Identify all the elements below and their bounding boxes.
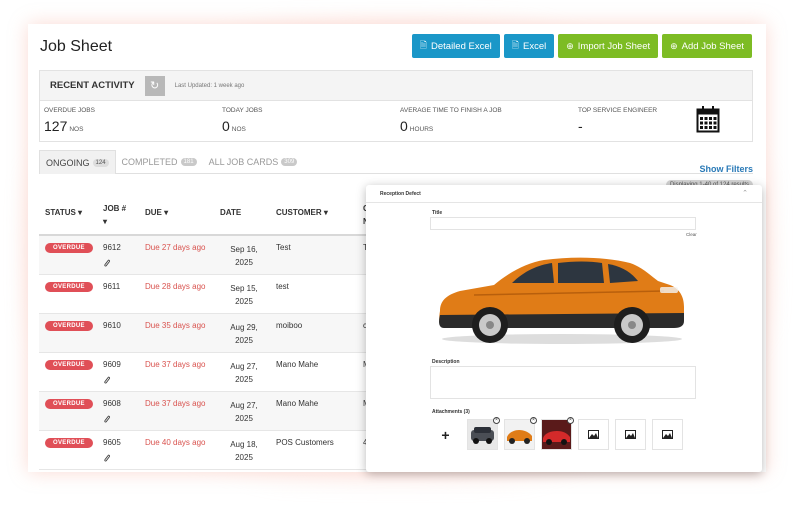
job-date: Sep 16, 2025 bbox=[230, 245, 258, 267]
car-image bbox=[439, 257, 684, 344]
attachment-thumbnail[interactable]: × bbox=[467, 417, 500, 450]
remove-attachment-icon[interactable]: × bbox=[530, 417, 537, 424]
due-text: Due 40 days ago bbox=[145, 438, 206, 447]
last-updated-text: Last Updated: 1 week ago bbox=[174, 82, 245, 89]
attachments-label: Attachments (3) bbox=[432, 409, 470, 415]
close-icon[interactable]: ⌃ bbox=[742, 189, 748, 197]
column-job[interactable]: JOB # ▾ bbox=[103, 202, 126, 228]
attachment-thumbnail[interactable]: × bbox=[504, 417, 537, 450]
import-job-sheet-button[interactable]: ⊕ Import Job Sheet bbox=[558, 34, 659, 58]
job-date: Aug 27, 2025 bbox=[230, 362, 258, 384]
description-label: Description bbox=[432, 359, 460, 365]
attachments-list: + × × × bbox=[430, 417, 683, 450]
tab-all-job-cards[interactable]: ALL JOB CARDS 309 bbox=[203, 150, 304, 174]
modal-title: Reception Defect bbox=[380, 191, 421, 197]
due-text: Due 27 days ago bbox=[145, 243, 206, 252]
remove-attachment-icon[interactable]: × bbox=[567, 417, 574, 424]
job-date: Aug 18, 2025 bbox=[230, 440, 258, 462]
column-date[interactable]: DATE bbox=[220, 208, 241, 217]
show-filters-link[interactable]: Show Filters bbox=[699, 164, 753, 174]
title-input[interactable] bbox=[430, 217, 696, 230]
detailed-excel-button[interactable]: 🗎 Detailed Excel bbox=[411, 34, 500, 58]
paperclip-icon bbox=[104, 259, 111, 267]
recent-activity-title: RECENT ACTIVITY bbox=[50, 80, 135, 91]
image-icon bbox=[588, 426, 599, 444]
plus-icon[interactable]: + bbox=[430, 419, 461, 450]
plus-circle-icon: ⊕ bbox=[670, 40, 678, 51]
customer-name: moiboo bbox=[276, 321, 303, 330]
due-text: Due 35 days ago bbox=[145, 321, 206, 330]
tab-completed[interactable]: COMPLETED 181 bbox=[116, 150, 203, 174]
description-input[interactable] bbox=[430, 366, 696, 399]
excel-file-icon: 🗎 bbox=[419, 40, 427, 50]
modal-header: Reception Defect ⌃ bbox=[366, 185, 762, 203]
remove-attachment-icon[interactable]: × bbox=[493, 417, 500, 424]
reception-defect-modal: Reception Defect ⌃ Title Clear Descripti… bbox=[366, 185, 762, 472]
image-placeholder[interactable] bbox=[615, 419, 646, 450]
toolbar: 🗎 Detailed Excel 🗎 Excel ⊕ Import Job Sh… bbox=[411, 34, 752, 58]
column-customer[interactable]: CUSTOMER ▾ bbox=[276, 208, 328, 217]
column-status[interactable]: STATUS ▾ bbox=[45, 208, 82, 217]
job-date: Sep 15, 2025 bbox=[230, 284, 258, 306]
job-number[interactable]: 9609 bbox=[103, 360, 121, 369]
customer-name: Mano Mahe bbox=[276, 399, 319, 408]
refresh-icon[interactable]: ↻ bbox=[144, 75, 165, 96]
title-label: Title bbox=[432, 210, 443, 216]
due-text: Due 37 days ago bbox=[145, 360, 206, 369]
customer-name: Mano Mahe bbox=[276, 360, 319, 369]
recent-activity-header: RECENT ACTIVITY ↻ Last Updated: 1 week a… bbox=[40, 71, 752, 101]
tab-count-badge: 309 bbox=[281, 158, 298, 166]
paperclip-icon bbox=[104, 376, 111, 384]
status-badge: OVERDUE bbox=[45, 399, 93, 409]
due-text: Due 28 days ago bbox=[145, 282, 206, 291]
stat-top-service-engineer: TOP SERVICE ENGINEER - bbox=[578, 107, 658, 134]
customer-name: test bbox=[276, 282, 289, 291]
status-badge: OVERDUE bbox=[45, 438, 93, 448]
due-text: Due 37 days ago bbox=[145, 399, 206, 408]
stat-average-time: AVERAGE TIME TO FINISH A JOB 0 HOURS bbox=[400, 107, 502, 134]
job-tabs: ONGOING 124 COMPLETED 181 ALL JOB CARDS … bbox=[39, 150, 753, 174]
plus-circle-icon: ⊕ bbox=[566, 40, 574, 51]
paperclip-icon bbox=[104, 454, 111, 462]
stat-overdue-jobs: OVERDUE JOBS 127 NOS bbox=[44, 107, 95, 134]
job-number[interactable]: 9605 bbox=[103, 438, 121, 447]
column-due[interactable]: DUE ▾ bbox=[145, 208, 168, 217]
add-job-sheet-button[interactable]: ⊕ Add Job Sheet bbox=[662, 34, 752, 58]
stat-today-jobs: TODAY JOBS 0 NOS bbox=[222, 107, 263, 134]
job-number[interactable]: 9612 bbox=[103, 243, 121, 252]
job-number[interactable]: 9610 bbox=[103, 321, 121, 330]
tab-count-badge: 181 bbox=[180, 158, 197, 166]
status-badge: OVERDUE bbox=[45, 360, 93, 370]
clear-button[interactable]: Clear bbox=[686, 232, 697, 237]
recent-activity-panel: RECENT ACTIVITY ↻ Last Updated: 1 week a… bbox=[39, 70, 753, 142]
job-date: Aug 27, 2025 bbox=[230, 401, 258, 423]
tab-ongoing[interactable]: ONGOING 124 bbox=[39, 150, 116, 174]
job-number[interactable]: 9608 bbox=[103, 399, 121, 408]
excel-file-icon: 🗎 bbox=[511, 40, 519, 50]
customer-name: POS Customers bbox=[276, 438, 334, 447]
job-date: Aug 29, 2025 bbox=[230, 323, 258, 345]
calendar-icon[interactable] bbox=[696, 105, 720, 133]
status-badge: OVERDUE bbox=[45, 282, 93, 292]
job-number[interactable]: 9611 bbox=[103, 282, 120, 291]
image-icon bbox=[662, 426, 673, 444]
stats-row: OVERDUE JOBS 127 NOS TODAY JOBS 0 NOS AVER… bbox=[40, 101, 752, 142]
page-title: Job Sheet bbox=[40, 38, 113, 55]
attachment-thumbnail[interactable]: × bbox=[541, 417, 574, 450]
status-badge: OVERDUE bbox=[45, 243, 93, 253]
tab-count-badge: 124 bbox=[92, 158, 109, 167]
status-badge: OVERDUE bbox=[45, 321, 93, 331]
image-placeholder[interactable] bbox=[652, 419, 683, 450]
customer-name: Test bbox=[276, 243, 291, 252]
image-icon bbox=[625, 426, 636, 444]
image-placeholder[interactable] bbox=[578, 419, 609, 450]
excel-button[interactable]: 🗎 Excel bbox=[503, 34, 555, 58]
paperclip-icon bbox=[104, 415, 111, 423]
